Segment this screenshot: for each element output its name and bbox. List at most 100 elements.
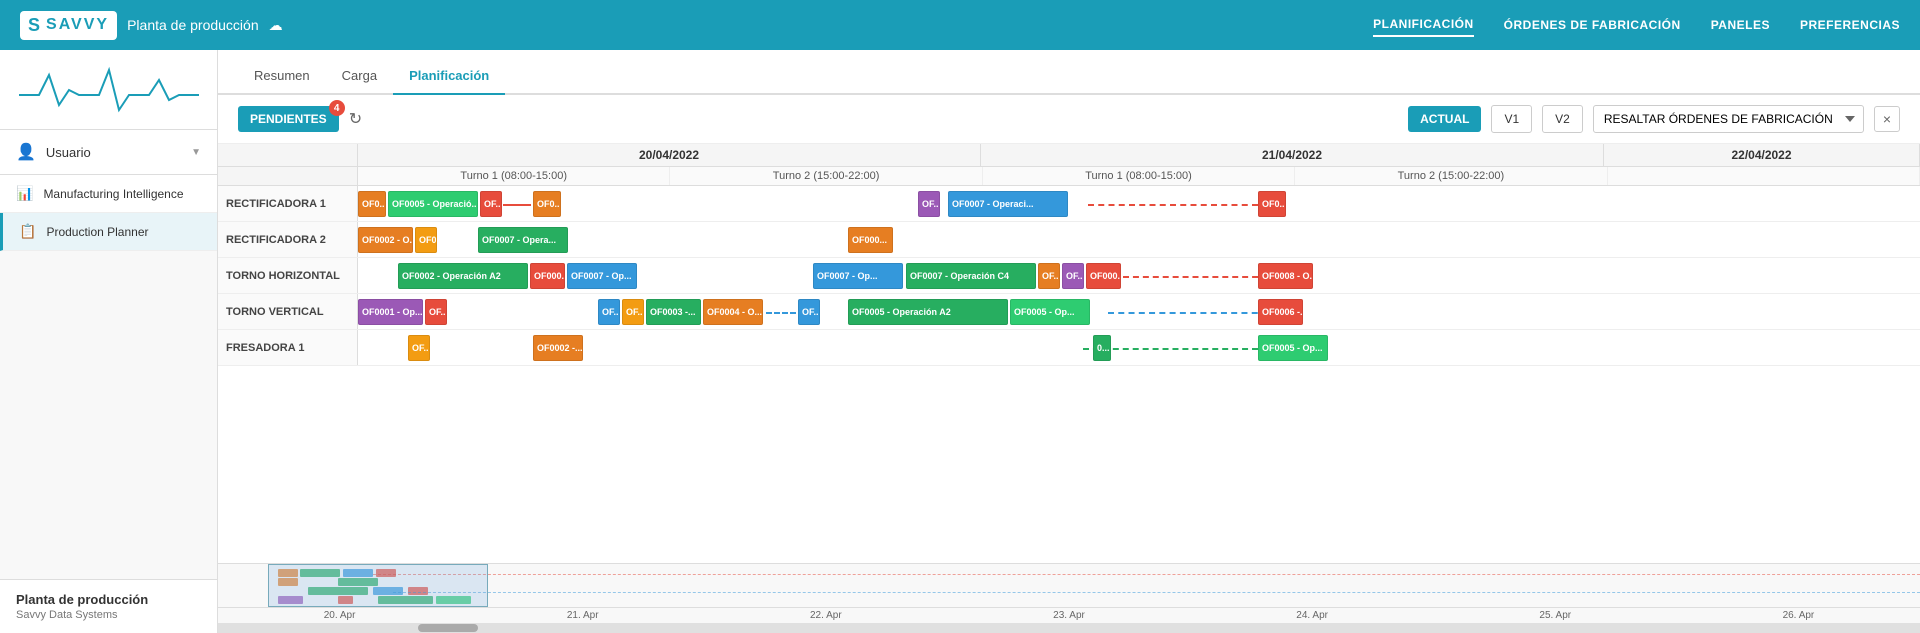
gantt-block[interactable]: OF0002 - O... [358,227,413,253]
pendientes-label: PENDIENTES [250,112,327,126]
tab-resumen[interactable]: Resumen [238,58,326,95]
minimap-label-3: 22. Apr [704,610,947,621]
gantt-row-content: OF0001 - Op...OF...OF...OF...OF0003 -...… [358,294,1920,329]
logo-area: S SAVVY Planta de producción ☁ [20,11,283,40]
minimap-label-5: 24. Apr [1191,610,1434,621]
minimap-label-2: 21. Apr [461,610,704,621]
gantt-date-1: 20/04/2022 [358,144,981,166]
gantt-row-content: OF0002 - O...OF0... OF0007 - Opera... OF00… [358,222,1920,257]
gantt-block[interactable]: OF0003 -... [646,299,701,325]
top-navigation: S SAVVY Planta de producción ☁ PLANIFICA… [0,0,1920,50]
sidebar-item-manufacturing[interactable]: 📊 Manufacturing Intelligence [0,175,217,213]
gantt-block[interactable]: OF0002 -... [533,335,583,361]
content-area: Resumen Carga Planificación PENDIENTES 4… [218,50,1920,633]
refresh-icon[interactable]: ↻ [349,109,362,129]
minimap-label-7: 26. Apr [1677,610,1920,621]
minimap-label-4: 23. Apr [947,610,1190,621]
gantt-block[interactable]: OF0005 - Operació... [388,191,478,217]
gantt-row: TORNO HORIZONTALOF0002 - Operación A2OF0… [218,258,1920,294]
gantt-block[interactable]: OF0... [533,191,561,217]
gantt-block[interactable]: OF... [425,299,447,325]
minimap-scrollbar[interactable] [218,623,1920,633]
tab-planificacion[interactable]: Planificación [393,58,505,95]
gantt-block[interactable]: OF... [1062,263,1084,289]
gantt-block[interactable]: OF... [918,191,940,217]
logo: S SAVVY [20,11,117,40]
chart-icon: 📊 [16,185,33,202]
gantt-block[interactable]: OF0... [1258,191,1286,217]
gantt-row: FRESADORA 1OF...OF0002 -...0...OF0005 - … [218,330,1920,366]
gantt-shift-2: Turno 2 (15:00-22:00) [670,167,982,185]
highlight-select[interactable]: RESALTAR ÓRDENES DE FABRICACIÓN [1593,105,1864,133]
sidebar-user[interactable]: 👤 Usuario ▼ [0,130,217,175]
gantt-block[interactable]: OF... [798,299,820,325]
gantt-block[interactable]: OF0002 - Operación A2 [398,263,528,289]
sidebar: 👤 Usuario ▼ 📊 Manufacturing Intelligence… [0,50,218,633]
gantt-block[interactable]: OF0005 - Op... [1010,299,1090,325]
sidebar-item-production-planner[interactable]: 📋 Production Planner [0,213,217,251]
gantt-block[interactable]: OF0005 - Operación A2 [848,299,1008,325]
gantt-block[interactable]: OF0... [358,191,386,217]
gantt-block[interactable]: OF0001 - Op... [358,299,423,325]
gantt-shift-5 [1608,167,1920,185]
plant-name: Planta de producción [16,592,201,607]
gantt-block[interactable]: OF0007 - Opera... [478,227,568,253]
gantt-block[interactable]: OF... [1038,263,1060,289]
minimap-labels: 20. Apr 21. Apr 22. Apr 23. Apr 24. Apr … [218,607,1920,623]
tab-carga[interactable]: Carga [326,58,393,95]
gantt-block[interactable]: OF0007 - Operaci... [948,191,1068,217]
pendientes-badge: 4 [329,100,345,116]
gantt-block[interactable]: OF0008 - O... [1258,263,1313,289]
v1-button[interactable]: V1 [1491,105,1532,133]
gantt-block[interactable]: OF0006 -... [1258,299,1303,325]
nav-section-label: Planta de producción ☁ [127,17,283,34]
cloud-icon: ☁ [269,17,283,34]
top-nav-links: PLANIFICACIÓN ÓRDENES DE FABRICACIÓN PAN… [1373,13,1900,37]
gantt-container[interactable]: 20/04/2022 21/04/2022 22/04/2022 Turno 1… [218,144,1920,563]
gantt-block[interactable]: OF... [598,299,620,325]
nav-preferencias[interactable]: PREFERENCIAS [1800,14,1900,36]
gantt-block[interactable]: OF0007 - Op... [813,263,903,289]
v2-button[interactable]: V2 [1542,105,1583,133]
gantt-block[interactable]: OF0... [415,227,437,253]
user-name: Usuario [46,145,191,160]
gantt-machine-label: RECTIFICADORA 2 [218,222,358,257]
gantt-block[interactable]: OF000... [530,263,565,289]
gantt-block[interactable]: OF... [408,335,430,361]
gantt-row: TORNO VERTICALOF0001 - Op...OF...OF...OF… [218,294,1920,330]
gantt-block[interactable]: OF... [480,191,502,217]
gantt-block[interactable]: OF000... [1086,263,1121,289]
gantt-shift-4: Turno 2 (15:00-22:00) [1295,167,1607,185]
gantt-date-header: 20/04/2022 21/04/2022 22/04/2022 [218,144,1920,167]
gantt-block[interactable]: OF000... [848,227,893,253]
gantt-block[interactable]: OF0005 - Op... [1258,335,1328,361]
minimap-label-6: 25. Apr [1434,610,1677,621]
gantt-block[interactable]: OF0007 - Operación C4 [906,263,1036,289]
gantt-date-2: 21/04/2022 [981,144,1604,166]
tabs-bar: Resumen Carga Planificación [218,50,1920,95]
heartbeat-chart [19,65,199,115]
gantt-block[interactable]: OF0004 - O... [703,299,763,325]
gantt-machine-label: RECTIFICADORA 1 [218,186,358,221]
gantt-block[interactable]: 0... [1093,335,1111,361]
nav-paneles[interactable]: PANELES [1711,14,1770,36]
logo-s-icon: S [28,15,40,36]
gantt-shift-label-spacer [218,167,358,185]
gantt-row-content: OF0002 - Operación A2OF000...OF0007 - Op… [358,258,1920,293]
actual-button[interactable]: ACTUAL [1408,106,1481,132]
gantt-block[interactable]: OF0007 - Op... [567,263,637,289]
pendientes-button[interactable]: PENDIENTES 4 [238,106,339,132]
minimap-viewport[interactable] [268,564,488,607]
close-highlight-button[interactable]: × [1874,106,1900,132]
nav-ordenes[interactable]: ÓRDENES DE FABRICACIÓN [1504,14,1681,36]
gantt-chart: 20/04/2022 21/04/2022 22/04/2022 Turno 1… [218,144,1920,366]
gantt-shift-3: Turno 1 (08:00-15:00) [983,167,1295,185]
chevron-down-icon: ▼ [191,147,201,158]
nav-planificacion[interactable]: PLANIFICACIÓN [1373,13,1474,37]
gantt-toolbar: PENDIENTES 4 ↻ ACTUAL V1 V2 RESALTAR ÓRD… [218,95,1920,144]
minimap-content [218,564,1920,607]
logo-text: SAVVY [46,16,109,34]
gantt-block[interactable]: OF... [622,299,644,325]
gantt-machine-label: TORNO VERTICAL [218,294,358,329]
minimap-scrollbar-thumb[interactable] [418,624,478,632]
